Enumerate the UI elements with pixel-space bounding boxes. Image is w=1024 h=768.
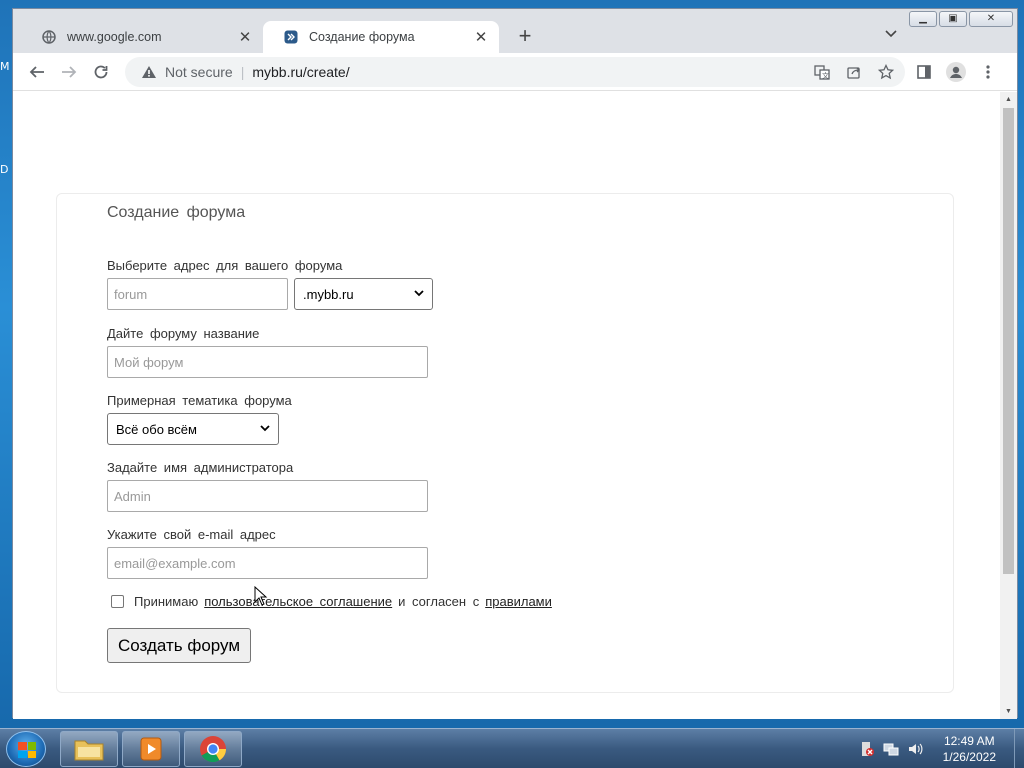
reload-icon[interactable] [89, 61, 113, 83]
topic-select[interactable]: Всё обо всём [107, 413, 279, 445]
forum-name-label: Дайте форуму название [107, 326, 260, 341]
close-tab-icon[interactable]: ✕ [473, 28, 489, 46]
email-input[interactable]: email@example.com [107, 547, 428, 579]
warning-icon[interactable] [141, 65, 157, 79]
placeholder: forum [114, 286, 148, 302]
explorer-taskbar-button[interactable] [60, 731, 118, 767]
forward-arrow-icon[interactable] [57, 61, 81, 83]
translate-icon[interactable]: 文 [813, 63, 831, 81]
clock-date: 1/26/2022 [942, 750, 996, 764]
share-icon[interactable] [845, 63, 863, 81]
forum-address-input[interactable]: forum [107, 278, 288, 310]
close-window-button[interactable]: ✕ [969, 11, 1013, 27]
selected-value: Всё обо всём [116, 421, 197, 437]
address-bar[interactable]: Not secure | mybb.ru/create/ 文 [125, 57, 905, 87]
agreement-row: Принимаю пользовательское соглашение и с… [111, 594, 558, 609]
selected-value: .mybb.ru [303, 286, 354, 302]
windows-logo-icon [18, 742, 36, 758]
create-forum-card: Создание форума Выберите адрес для вашег… [56, 193, 954, 693]
separator: | [240, 64, 245, 80]
window-controls: ▁ ▣ ✕ [909, 11, 1013, 27]
system-tray: 12:49 AM 1/26/2022 [859, 729, 1014, 768]
taskbar: 12:49 AM 1/26/2022 [0, 728, 1024, 768]
svg-text:文: 文 [822, 71, 829, 80]
mouse-cursor-icon [254, 586, 268, 606]
page-viewport: Создание форума Выберите адрес для вашег… [13, 92, 1001, 719]
side-panel-icon[interactable] [913, 61, 935, 83]
rules-link[interactable]: правилами [485, 594, 552, 609]
desktop-label-fragment: D [0, 163, 9, 176]
tab-title: Создание форума [309, 30, 415, 44]
tab-google[interactable]: www.google.com ✕ [21, 21, 263, 53]
browser-window: www.google.com ✕ Создание форума ✕ + ▁ ▣… [12, 8, 1018, 719]
forum-name-input[interactable]: Мой форум [107, 346, 428, 378]
chrome-taskbar-button[interactable] [184, 731, 242, 767]
placeholder: Мой форум [114, 354, 184, 370]
tab-title: www.google.com [67, 30, 162, 44]
security-status: Not secure [165, 64, 233, 80]
scroll-down-icon[interactable]: ▼ [1000, 708, 1017, 715]
globe-icon [41, 29, 57, 45]
scroll-up-icon[interactable]: ▲ [1000, 96, 1017, 103]
tab-search-chevron-icon[interactable] [885, 27, 897, 41]
maximize-button[interactable]: ▣ [939, 11, 967, 27]
domain-select[interactable]: .mybb.ru [294, 278, 433, 310]
topic-label: Примерная тематика форума [107, 393, 292, 408]
clock[interactable]: 12:49 AM 1/26/2022 [943, 733, 996, 765]
agree-prefix: Принимаю [134, 594, 199, 609]
profile-avatar-icon[interactable] [945, 61, 967, 83]
close-tab-icon[interactable]: ✕ [237, 28, 253, 46]
placeholder: email@example.com [114, 555, 236, 571]
minimize-button[interactable]: ▁ [909, 11, 937, 27]
mybb-favicon-icon [283, 29, 299, 45]
show-desktop-button[interactable] [1014, 729, 1024, 768]
kebab-menu-icon[interactable] [977, 61, 999, 83]
agree-checkbox[interactable] [111, 595, 124, 608]
url-text[interactable]: mybb.ru/create/ [252, 64, 349, 80]
tab-create-forum[interactable]: Создание форума ✕ [263, 21, 499, 53]
folder-icon [74, 740, 104, 761]
tab-strip: www.google.com ✕ Создание форума ✕ + ▁ ▣… [13, 9, 1017, 53]
bookmark-star-icon[interactable] [877, 63, 895, 81]
chevron-down-icon [260, 423, 270, 435]
admin-name-input[interactable]: Admin [107, 480, 428, 512]
volume-icon[interactable] [907, 741, 923, 757]
page-title: Создание форума [107, 204, 246, 221]
create-forum-button[interactable]: Создать форум [107, 628, 252, 663]
agree-middle: и согласен с [398, 594, 480, 609]
admin-label: Задайте имя администратора [107, 460, 294, 475]
network-icon[interactable] [883, 741, 899, 757]
back-arrow-icon[interactable] [25, 61, 49, 83]
media-player-taskbar-button[interactable] [122, 731, 180, 767]
chevron-down-icon [414, 288, 424, 300]
clock-time: 12:49 AM [943, 734, 995, 748]
scroll-thumb[interactable] [1003, 108, 1014, 574]
page-scrollbar[interactable]: ▲ ▼ [1000, 92, 1017, 719]
desktop-label-fragment: M [0, 60, 10, 73]
media-player-icon [140, 737, 162, 761]
address-label: Выберите адрес для вашего форума [107, 258, 343, 273]
action-center-icon[interactable] [859, 741, 875, 757]
new-tab-button[interactable]: + [513, 25, 537, 47]
user-agreement-link[interactable]: пользовательское соглашение [204, 594, 392, 609]
email-label: Укажите свой e-mail адрес [107, 527, 276, 542]
chrome-icon [200, 736, 227, 763]
browser-toolbar: Not secure | mybb.ru/create/ 文 [13, 53, 1017, 91]
start-button[interactable] [6, 731, 46, 767]
placeholder: Admin [114, 488, 151, 504]
